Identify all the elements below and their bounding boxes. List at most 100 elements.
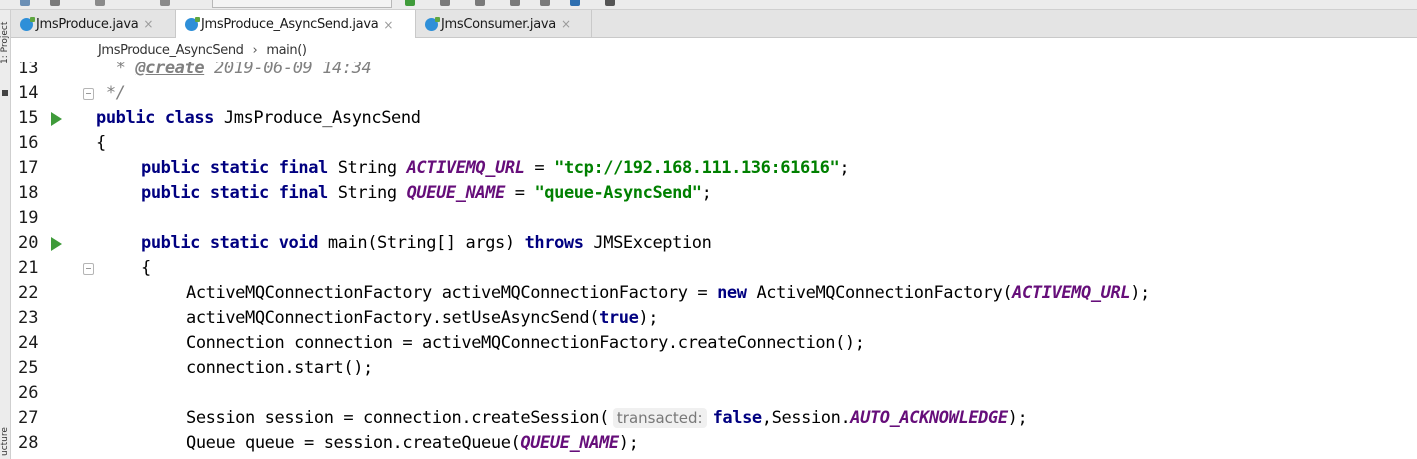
keyword: true bbox=[599, 308, 639, 328]
code-line: 13 * @create 2019-06-09 14:34 bbox=[11, 62, 1417, 81]
code-line: 18 public static final String QUEUE_NAME… bbox=[11, 181, 1417, 206]
code-line: 28 Queue queue = session.createQueue(QUE… bbox=[11, 431, 1417, 456]
close-icon[interactable]: × bbox=[561, 17, 571, 31]
code-plain: Connection connection = activeMQConnecti… bbox=[186, 333, 865, 353]
code-plain: = bbox=[524, 158, 555, 178]
tool-window-strip: 1: Project ucture bbox=[0, 10, 11, 459]
code-line: 19 bbox=[11, 206, 1417, 231]
code-plain: ActiveMQConnectionFactory activeMQConnec… bbox=[186, 283, 718, 303]
project-tool-window-button[interactable]: 1: Project bbox=[0, 16, 11, 64]
line-number: 15 bbox=[18, 108, 39, 128]
line-number: 20 bbox=[18, 233, 39, 253]
toolbar-icon[interactable] bbox=[160, 0, 170, 6]
line-number: 26 bbox=[18, 383, 39, 403]
code-text: { bbox=[96, 131, 106, 156]
code-line: 21 { bbox=[11, 256, 1417, 281]
code-plain: ); bbox=[618, 433, 639, 453]
doc-tag: @create bbox=[135, 62, 205, 78]
code-plain: String bbox=[327, 158, 407, 178]
java-class-icon bbox=[185, 17, 200, 31]
doc-comment: * bbox=[96, 62, 136, 78]
toolbar-icon[interactable] bbox=[20, 0, 30, 6]
line-number: 28 bbox=[18, 433, 39, 453]
editor-tab-bar: JmsProduce.java × JmsProduce_AsyncSend.j… bbox=[11, 10, 1417, 39]
keyword: false bbox=[712, 408, 763, 428]
code-plain: JmsProduce_AsyncSend bbox=[214, 108, 421, 128]
code-text: public static final String QUEUE_NAME = … bbox=[141, 181, 712, 206]
code-line: 22 ActiveMQConnectionFactory activeMQCon… bbox=[11, 281, 1417, 306]
fold-icon[interactable] bbox=[83, 263, 94, 275]
toolbar-icon[interactable] bbox=[475, 0, 485, 6]
constant: AUTO_ACKNOWLEDGE bbox=[850, 408, 1008, 428]
fold-icon[interactable] bbox=[83, 88, 94, 100]
code-text: public class JmsProduce_AsyncSend bbox=[96, 106, 421, 131]
line-number: 13 bbox=[18, 62, 39, 78]
breadcrumb: JmsProduce_AsyncSend › main() bbox=[11, 38, 1417, 62]
code-line: 20 public static void main(String[] args… bbox=[11, 231, 1417, 256]
keyword: public static final bbox=[141, 158, 328, 178]
run-configuration-selector[interactable] bbox=[212, 0, 392, 8]
constant: ACTIVEMQ_URL bbox=[1012, 283, 1131, 303]
toolbar-icon[interactable] bbox=[605, 0, 615, 6]
code-line: 26 bbox=[11, 381, 1417, 406]
line-number: 25 bbox=[18, 358, 39, 378]
run-gutter-icon[interactable] bbox=[51, 237, 62, 251]
code-editor[interactable]: 13 * @create 2019-06-09 14:34 14 */ 15 p… bbox=[11, 62, 1417, 459]
tab-jmsproduce-asyncsend[interactable]: JmsProduce_AsyncSend.java × bbox=[176, 10, 416, 39]
keyword: new bbox=[717, 283, 747, 303]
breadcrumb-method[interactable]: main() bbox=[266, 43, 307, 58]
code-text: */ bbox=[96, 81, 126, 106]
keyword: public class bbox=[96, 108, 215, 128]
line-number: 22 bbox=[18, 283, 39, 303]
code-plain: ; bbox=[839, 158, 850, 178]
keyword: throws bbox=[524, 233, 584, 253]
code-text: Queue queue = session.createQueue(QUEUE_… bbox=[186, 431, 639, 456]
code-text: Connection connection = activeMQConnecti… bbox=[186, 331, 865, 356]
code-plain: Session session = connection.createSessi… bbox=[186, 408, 609, 428]
project-marker-icon bbox=[2, 90, 8, 96]
code-plain: = bbox=[504, 183, 535, 203]
code-text: connection.start(); bbox=[186, 356, 373, 381]
toolbar-icon[interactable] bbox=[510, 0, 520, 6]
code-line: 15 public class JmsProduce_AsyncSend bbox=[11, 106, 1417, 131]
string-literal: "tcp://192.168.111.136:61616" bbox=[554, 158, 840, 178]
keyword: public static final bbox=[141, 183, 328, 203]
close-icon[interactable]: × bbox=[143, 17, 153, 31]
code-plain: connection.start(); bbox=[186, 358, 373, 378]
run-icon[interactable] bbox=[405, 0, 415, 6]
project-structure-icon[interactable] bbox=[570, 0, 580, 6]
debug-icon[interactable] bbox=[440, 0, 450, 6]
line-number: 16 bbox=[18, 133, 39, 153]
code-plain: activeMQConnectionFactory.setUseAsyncSen… bbox=[186, 308, 600, 328]
constant: QUEUE_NAME bbox=[520, 433, 619, 453]
code-plain: JMSException bbox=[583, 233, 712, 253]
constant: QUEUE_NAME bbox=[406, 183, 506, 203]
parameter-hint: transacted: bbox=[612, 408, 707, 428]
tab-jmsproduce[interactable]: JmsProduce.java × bbox=[11, 10, 176, 38]
doc-comment: 2019-06-09 14:34 bbox=[204, 62, 372, 78]
line-number: 24 bbox=[18, 333, 39, 353]
tab-jmsconsumer[interactable]: JmsConsumer.java × bbox=[416, 10, 592, 38]
line-number: 23 bbox=[18, 308, 39, 328]
structure-tool-window-button[interactable]: ucture bbox=[0, 420, 11, 456]
code-text: * @create 2019-06-09 14:34 bbox=[96, 62, 372, 81]
code-line: 14 */ bbox=[11, 81, 1417, 106]
code-text: activeMQConnectionFactory.setUseAsyncSen… bbox=[186, 306, 658, 331]
code-line: 24 Connection connection = activeMQConne… bbox=[11, 331, 1417, 356]
code-plain: String bbox=[327, 183, 407, 203]
breadcrumb-class[interactable]: JmsProduce_AsyncSend bbox=[98, 43, 244, 58]
line-number: 27 bbox=[18, 408, 39, 428]
toolbar-icon[interactable] bbox=[95, 0, 105, 6]
toolbar-icon[interactable] bbox=[540, 0, 550, 6]
code-plain: ); bbox=[1007, 408, 1028, 428]
code-plain: ,Session. bbox=[761, 408, 851, 428]
code-text: public static void main(String[] args) t… bbox=[141, 231, 712, 256]
java-class-icon bbox=[425, 16, 440, 31]
line-number: 17 bbox=[18, 158, 39, 178]
string-literal: "queue-AsyncSend" bbox=[534, 183, 702, 203]
code-text: public static final String ACTIVEMQ_URL … bbox=[141, 156, 850, 181]
close-icon[interactable]: × bbox=[383, 18, 393, 32]
code-text: { bbox=[141, 256, 151, 281]
run-gutter-icon[interactable] bbox=[51, 112, 62, 126]
toolbar-icon[interactable] bbox=[50, 0, 60, 6]
